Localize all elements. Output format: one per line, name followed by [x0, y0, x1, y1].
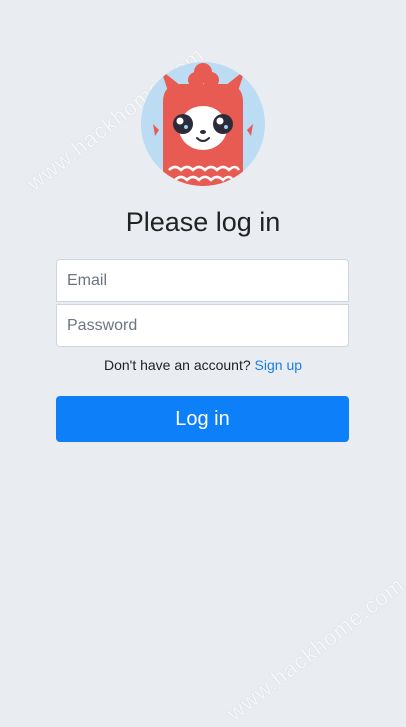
login-button[interactable]: Log in [56, 396, 349, 442]
page-title: Please log in [125, 207, 281, 237]
email-field[interactable] [56, 259, 349, 302]
signup-link[interactable]: Sign up [255, 357, 302, 373]
watermark-bottom: www.hackhome.com [222, 571, 406, 726]
app-logo-avatar [141, 62, 265, 186]
password-field[interactable] [56, 304, 349, 347]
signup-prompt-text: Don't have an account? [103, 357, 251, 373]
signup-prompt-line: Don't have an account? Sign up [0, 357, 406, 373]
llama-mascot-icon [153, 63, 253, 186]
